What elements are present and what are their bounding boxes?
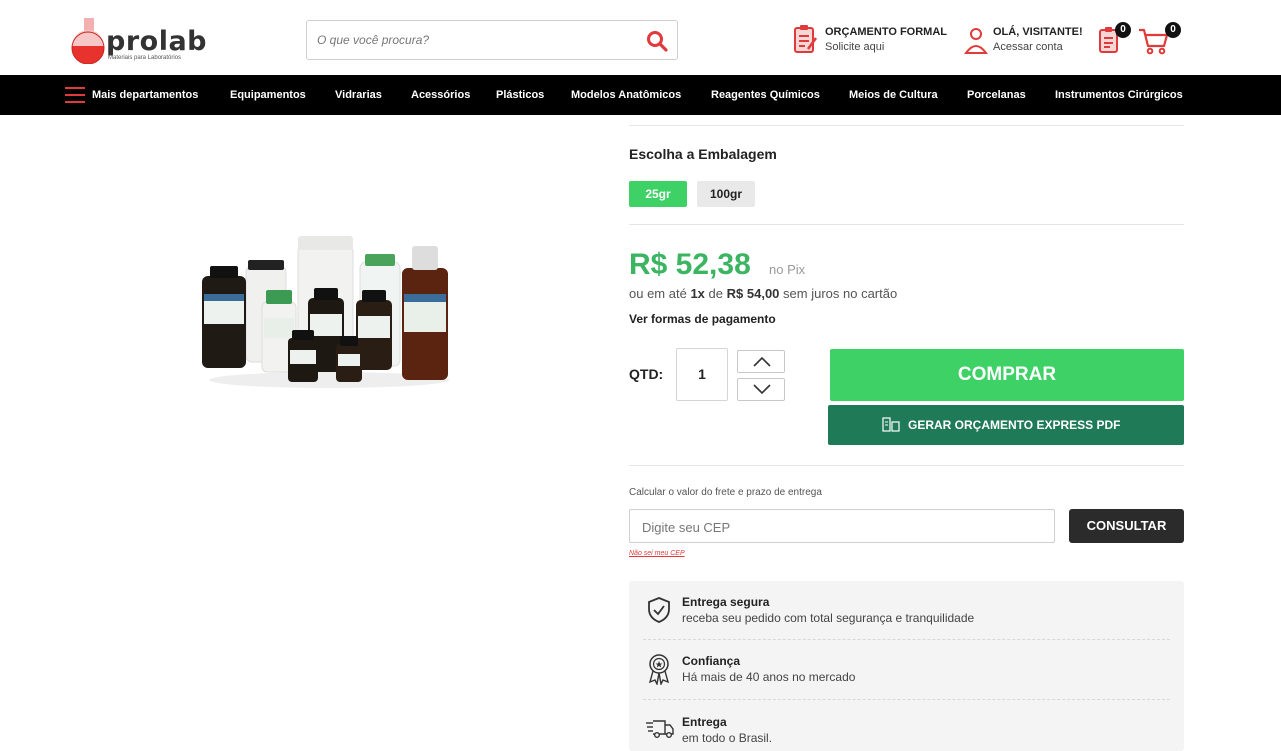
main-nav: Mais departamentos Equipamentos Vidraria… [0, 75, 1281, 115]
search-bar [306, 20, 678, 60]
nav-item-instrumentos-cirurgicos[interactable]: Instrumentos Cirúrgicos [1055, 75, 1183, 115]
buy-button[interactable]: COMPRAR [830, 349, 1184, 401]
quote-list-button[interactable]: 0 [1098, 22, 1134, 58]
installment-value: R$ 54,00 [726, 286, 780, 301]
search-icon[interactable] [645, 29, 669, 53]
product-image[interactable] [198, 232, 460, 392]
pdf-document-icon [882, 417, 900, 432]
feature-desc-delivery: em todo o Brasil. [682, 731, 773, 745]
quantity-label: QTD: [629, 366, 664, 382]
feature-title-trust: Confiança [682, 654, 741, 668]
cart-button[interactable]: 0 [1138, 22, 1182, 58]
divider-shipping [629, 465, 1184, 466]
option-25gr[interactable]: 25gr [629, 181, 687, 207]
feature-divider [643, 699, 1170, 700]
quantity-decrease-button[interactable] [737, 378, 785, 401]
nav-item-plasticos[interactable]: Plásticos [496, 75, 544, 115]
brand-tagline: Materiais para Laboratórios [108, 55, 182, 61]
cep-input[interactable] [642, 518, 1042, 536]
feature-divider [643, 639, 1170, 640]
divider-options [629, 224, 1184, 225]
feature-title-delivery: Entrega [682, 715, 727, 729]
formal-quote-link[interactable]: ORÇAMENTO FORMAL Solicite aqui [792, 24, 952, 60]
nav-item-vidrarias[interactable]: Vidrarias [335, 75, 382, 115]
account-greeting: OLÁ, VISITANTE! [993, 26, 1083, 38]
nav-item-porcelanas[interactable]: Porcelanas [967, 75, 1026, 115]
consult-shipping-button[interactable]: CONSULTAR [1069, 509, 1184, 543]
installment-suffix: sem juros no cartão [783, 286, 898, 301]
installment-info: ou em até 1x de R$ 54,00 sem juros no ca… [629, 286, 897, 301]
quantity-increase-button[interactable] [737, 350, 785, 373]
nav-item-modelos-anatomicos[interactable]: Modelos Anatômicos [571, 75, 681, 115]
flask-logo-icon [71, 18, 105, 64]
feature-desc-secure: receba seu pedido com total segurança e … [682, 611, 975, 625]
nav-item-reagentes-quimicos[interactable]: Reagentes Químicos [711, 75, 820, 115]
cart-count: 0 [1165, 22, 1181, 38]
express-quote-label: GERAR ORÇAMENTO EXPRESS PDF [908, 418, 1121, 432]
installment-count: 1x [690, 286, 705, 301]
truck-icon [646, 720, 674, 738]
award-icon [648, 654, 670, 685]
feature-desc-trust: Há mais de 40 anos no mercado [682, 670, 856, 684]
chevron-up-icon [753, 356, 771, 367]
quantity-input[interactable]: 1 [676, 348, 728, 401]
hamburger-icon[interactable] [65, 87, 85, 103]
formal-quote-title: ORÇAMENTO FORMAL [825, 26, 948, 38]
packaging-title: Escolha a Embalagem [629, 146, 777, 162]
chevron-down-icon [753, 384, 771, 395]
feature-title-secure: Entrega segura [682, 595, 770, 609]
shield-check-icon [648, 597, 670, 623]
payment-methods-link[interactable]: Ver formas de pagamento [629, 312, 776, 326]
benefits-panel: Entrega segura receba seu pedido com tot… [629, 581, 1184, 751]
nav-all-departments[interactable]: Mais departamentos [92, 75, 198, 115]
site-header: prolab Materiais para Laboratórios ORÇAM… [0, 0, 1281, 75]
nav-item-meios-de-cultura[interactable]: Meios de Cultura [849, 75, 938, 115]
account-subtitle: Acessar conta [993, 41, 1063, 53]
installment-of: de [708, 286, 724, 301]
divider-top [629, 125, 1184, 126]
quote-list-count: 0 [1115, 22, 1131, 38]
nav-item-acessorios[interactable]: Acessórios [411, 75, 470, 115]
express-quote-button[interactable]: GERAR ORÇAMENTO EXPRESS PDF [828, 405, 1184, 445]
account-link[interactable]: OLÁ, VISITANTE! Acessar conta [962, 24, 1087, 60]
formal-quote-subtitle: Solicite aqui [825, 41, 885, 53]
unknown-cep-link[interactable]: Não sei meu CEP [629, 550, 685, 557]
user-icon [964, 28, 988, 54]
shipping-title: Calcular o valor do frete e prazo de ent… [629, 487, 822, 498]
installment-prefix: ou em até [629, 286, 687, 301]
brand-name: prolab [106, 26, 207, 57]
search-input[interactable] [317, 30, 637, 50]
cep-field [629, 509, 1055, 543]
price-pix-label: no Pix [769, 262, 806, 277]
clipboard-icon [794, 25, 818, 53]
brand-logo[interactable]: prolab Materiais para Laboratórios [62, 16, 222, 64]
nav-item-equipamentos[interactable]: Equipamentos [230, 75, 306, 115]
option-100gr[interactable]: 100gr [697, 181, 755, 207]
price-pix: R$ 52,38 [629, 248, 751, 281]
